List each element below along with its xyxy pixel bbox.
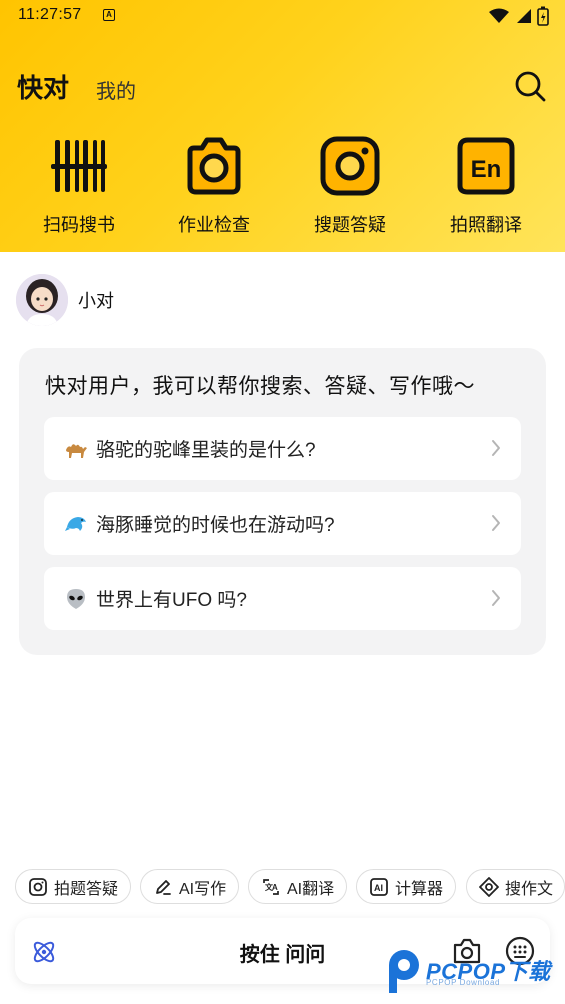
pen-icon xyxy=(156,879,171,895)
status-icons xyxy=(489,6,549,26)
tool-calculator[interactable]: AI 计算器 xyxy=(356,869,456,904)
notification-badge-icon: A xyxy=(103,9,115,21)
quick-action-scan-book[interactable]: 扫码搜书 xyxy=(24,134,134,235)
suggestion-text: 海豚睡觉的时候也在游动吗? xyxy=(96,515,335,536)
quick-action-label: 作业检查 xyxy=(178,215,250,235)
tool-search-essay[interactable]: 搜作文 xyxy=(466,869,565,904)
tab-kuaidui[interactable]: 快对 xyxy=(17,68,69,105)
suggestion-text: 骆驼的驼峰里装的是什么? xyxy=(96,440,316,461)
chevron-right-icon xyxy=(492,440,500,456)
suggestion-item[interactable]: 海豚睡觉的时候也在游动吗? xyxy=(44,492,521,555)
camera-icon xyxy=(187,137,241,195)
header-background: 11:27:57 A 快对 我的 扫码搜书 作业检查 搜题答疑 En 拍照翻译 xyxy=(0,0,565,252)
tool-ai-writing[interactable]: AI写作 xyxy=(140,869,239,904)
search-icon[interactable] xyxy=(513,69,547,103)
camera-small-icon xyxy=(29,877,47,896)
ai-box-icon: AI xyxy=(370,877,388,896)
svg-text:A: A xyxy=(272,883,278,892)
tool-label: AI翻译 xyxy=(287,880,335,898)
tool-photo-question[interactable]: 拍题答疑 xyxy=(15,869,131,904)
quick-action-label: 拍照翻译 xyxy=(450,215,522,235)
chevron-right-icon xyxy=(492,590,500,606)
watermark-sub: PCPOP Download xyxy=(426,978,501,987)
tool-label: 拍题答疑 xyxy=(54,880,119,898)
translate-en-icon: En xyxy=(457,137,515,195)
pcpop-logo-icon xyxy=(389,950,419,993)
watermark: PCPOP下载 PCPOP Download xyxy=(386,944,565,1004)
card-greeting: 快对用户，我可以帮你搜索、答疑、写作哦～ xyxy=(45,375,475,398)
alien-emoji xyxy=(67,588,85,609)
tool-label: AI写作 xyxy=(179,880,227,898)
tool-label: 搜作文 xyxy=(505,880,554,898)
bot-avatar-icon xyxy=(16,274,68,326)
battery-icon xyxy=(537,6,549,26)
instagram-camera-icon xyxy=(320,136,380,196)
quick-actions: 扫码搜书 作业检查 搜题答疑 En 拍照翻译 xyxy=(0,134,565,235)
bot-name: 小对 xyxy=(78,291,114,311)
chevron-right-icon xyxy=(492,515,500,531)
quick-action-search-question[interactable]: 搜题答疑 xyxy=(295,134,405,235)
suggestion-item[interactable]: 骆驼的驼峰里装的是什么? xyxy=(44,417,521,480)
barcode-icon xyxy=(51,140,107,192)
dolphin-emoji xyxy=(65,516,86,531)
suggestion-text: 世界上有UFO 吗? xyxy=(96,590,247,611)
status-time: 11:27:57 xyxy=(18,6,82,23)
camel-emoji xyxy=(66,443,87,458)
quick-action-homework-check[interactable]: 作业检查 xyxy=(159,134,269,235)
bot-header: 小对 xyxy=(16,272,114,328)
quick-action-label: 搜题答疑 xyxy=(314,215,386,235)
wifi-icon xyxy=(489,8,509,23)
tool-ai-translate[interactable]: 文A AI翻译 xyxy=(248,869,347,904)
avatar[interactable] xyxy=(16,274,68,326)
tool-label: 计算器 xyxy=(395,880,444,898)
compass-icon xyxy=(479,876,499,897)
translate-icon: 文A xyxy=(263,878,279,895)
tab-mine[interactable]: 我的 xyxy=(96,75,136,104)
suggestion-card: 快对用户，我可以帮你搜索、答疑、写作哦～ 骆驼的驼峰里装的是什么? 海豚睡觉的时… xyxy=(19,348,546,655)
svg-text:AI: AI xyxy=(374,883,383,893)
quick-action-photo-translate[interactable]: En 拍照翻译 xyxy=(431,134,541,235)
tools-row: 拍题答疑 AI写作 文A AI翻译 AI 计算器 搜作文 xyxy=(15,869,565,905)
status-bar: 11:27:57 A xyxy=(0,0,565,32)
suggestion-item[interactable]: 世界上有UFO 吗? xyxy=(44,567,521,630)
quick-action-label: 扫码搜书 xyxy=(43,215,115,235)
signal-icon xyxy=(517,9,531,23)
svg-text:En: En xyxy=(471,156,502,183)
top-nav: 快对 我的 xyxy=(0,64,565,108)
